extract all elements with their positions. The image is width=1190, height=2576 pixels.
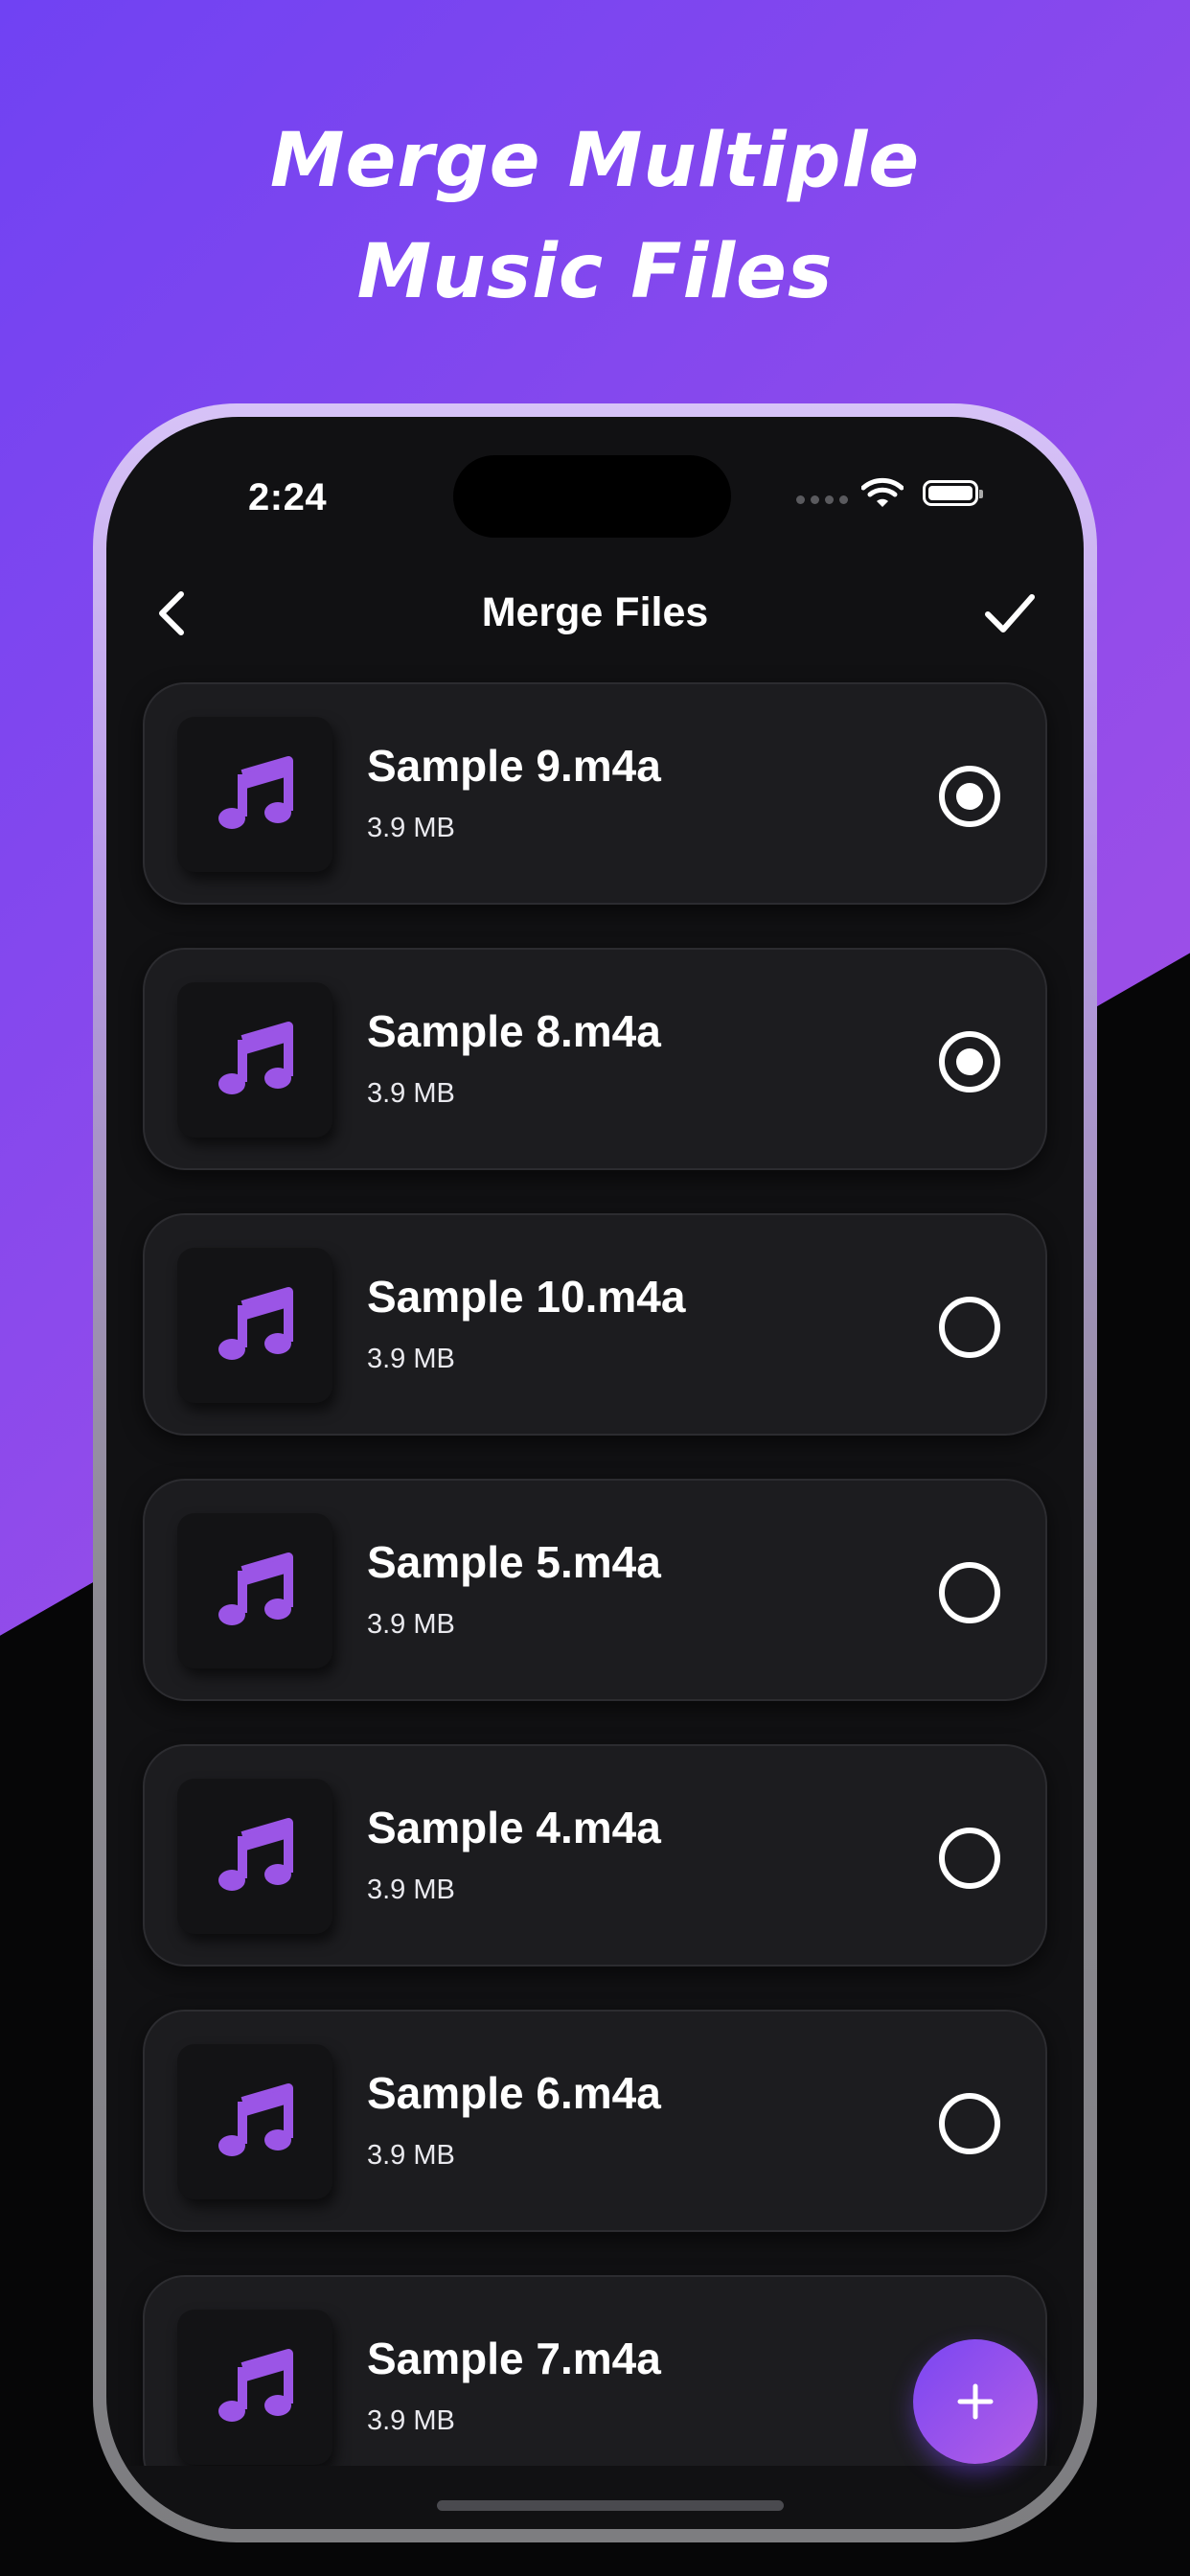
bottom-bar [106,2466,1084,2529]
promo-headline-line2: Music Files [356,229,834,315]
file-size: 3.9 MB [367,1874,455,1905]
select-radio[interactable] [939,2093,1000,2154]
file-thumbnail [177,717,332,872]
plus-icon [957,2383,994,2420]
confirm-checkmark-button[interactable] [978,582,1041,645]
file-size: 3.9 MB [367,1609,455,1640]
page-title: Merge Files [481,589,709,635]
file-card[interactable]: Sample 10.m4a 3.9 MB [143,1213,1047,1436]
select-radio[interactable] [939,1297,1000,1358]
file-name: Sample 8.m4a [367,1006,661,1056]
file-size: 3.9 MB [367,813,455,843]
select-radio[interactable] [939,766,1000,827]
file-card[interactable]: Sample 4.m4a 3.9 MB [143,1744,1047,1966]
file-name: Sample 6.m4a [367,2068,661,2118]
battery-icon [923,480,983,506]
file-card[interactable]: Sample 5.m4a 3.9 MB [143,1479,1047,1701]
music-note-icon [218,1818,293,1891]
select-radio[interactable] [939,1562,1000,1623]
file-thumbnail [177,1779,332,1934]
promo-headline: Merge Multiple Music Files [0,105,1190,328]
home-indicator[interactable] [437,2500,784,2511]
file-name: Sample 10.m4a [367,1272,686,1322]
status-time: 2:24 [248,476,328,518]
file-name: Sample 5.m4a [367,1537,661,1587]
select-radio[interactable] [939,1031,1000,1092]
file-size: 3.9 MB [367,2140,455,2171]
signal-icon [796,495,848,504]
wifi-icon [861,477,904,507]
file-name: Sample 7.m4a [367,2334,661,2383]
file-thumbnail [177,2310,332,2465]
file-card[interactable]: Sample 9.m4a 3.9 MB [143,682,1047,905]
file-card[interactable]: Sample 8.m4a 3.9 MB [143,948,1047,1170]
file-size: 3.9 MB [367,1344,455,1374]
music-note-icon [218,1022,293,1094]
music-note-icon [218,1287,293,1360]
file-thumbnail [177,2044,332,2199]
file-card[interactable]: Sample 6.m4a 3.9 MB [143,2010,1047,2232]
file-thumbnail [177,1513,332,1668]
file-size: 3.9 MB [367,2405,455,2436]
music-note-icon [218,1552,293,1625]
phone-frame: 2:24 Merge Files Sample 9.m4a 3.9 MB Sam… [93,403,1097,2542]
file-thumbnail [177,982,332,1138]
file-size: 3.9 MB [367,1078,455,1109]
music-note-icon [218,2083,293,2156]
file-thumbnail [177,1248,332,1403]
dynamic-island [453,455,731,538]
file-card[interactable]: Sample 7.m4a 3.9 MB [143,2275,1047,2497]
phone-screen: 2:24 Merge Files Sample 9.m4a 3.9 MB Sam… [106,417,1084,2529]
music-note-icon [218,756,293,829]
promo-headline-line1: Merge Multiple [269,118,921,204]
select-radio[interactable] [939,1828,1000,1889]
add-file-button[interactable] [913,2339,1038,2464]
music-note-icon [218,2349,293,2422]
file-name: Sample 4.m4a [367,1803,661,1852]
file-name: Sample 9.m4a [367,741,661,791]
